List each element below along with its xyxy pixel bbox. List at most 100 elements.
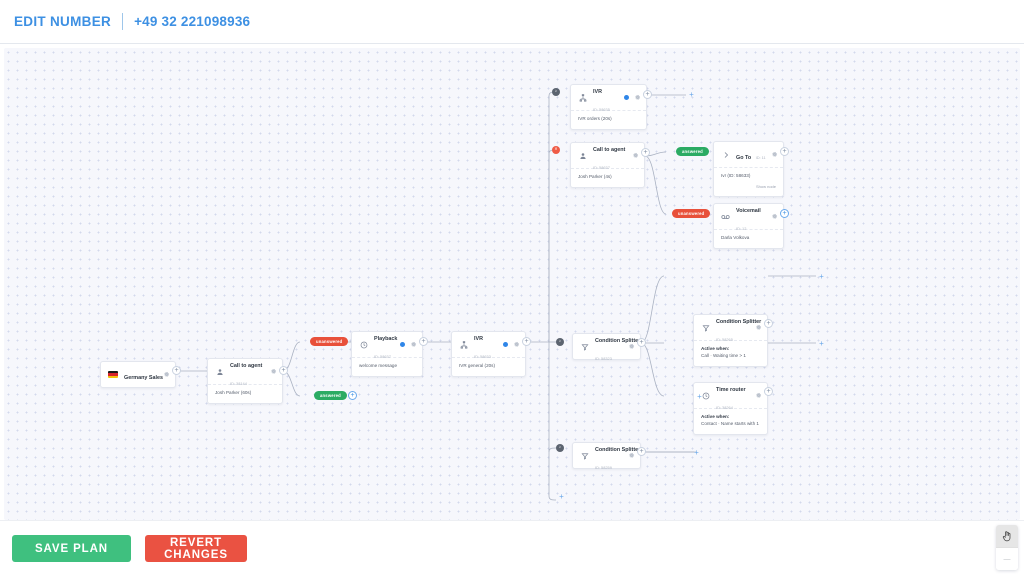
add-node-ivr-general[interactable]: + — [522, 337, 531, 346]
node-germany-sales[interactable]: Germany Sales — [100, 361, 176, 388]
badge-answered: answered — [314, 391, 347, 400]
node-title: IVR — [474, 336, 483, 343]
connector-wires — [176, 91, 816, 501]
node-ivr-orders[interactable]: IVR ID: 58635 IVR orders (20s) — [570, 84, 647, 130]
condition-value: Contact · Name starts with 1 — [701, 420, 759, 426]
node-title: Call to agent — [230, 363, 263, 370]
node-call-to-agent-start[interactable]: Call to agent ID: 38144 Josh Parker (60s… — [207, 358, 283, 404]
page-header: EDIT NUMBER +49 32 221098936 — [0, 0, 1024, 44]
node-header: Call to agent ID: 38144 — [208, 359, 282, 386]
node-condition-splitter-bottom[interactable]: Condition Splitter ID: 58259 — [572, 442, 641, 469]
node-header: Condition Splitter ID: 58259 — [573, 443, 640, 469]
gear-icon[interactable] — [270, 368, 277, 375]
badge-answered: answered — [676, 147, 709, 156]
add-node-condition-splitter-top[interactable]: + — [764, 319, 773, 328]
clock-icon — [359, 340, 368, 349]
badge-unanswered: unanswered — [672, 209, 711, 218]
header-divider — [122, 13, 124, 30]
trunk-end-add[interactable]: + — [557, 492, 566, 501]
node-header: Condition Splitter ID: 58265 — [694, 315, 767, 342]
add-node-ivr-orders[interactable]: + — [643, 90, 652, 99]
node-id: ID: 58637 — [593, 164, 610, 170]
status-dot-icon — [503, 342, 508, 347]
add-node-condition-splitter-bottom[interactable]: + — [637, 447, 646, 456]
filter-icon — [580, 342, 589, 351]
gear-icon[interactable] — [410, 341, 417, 348]
page-title: EDIT NUMBER — [14, 14, 112, 29]
condition-label: Active when: — [701, 346, 730, 351]
branch-marker[interactable]: › — [556, 338, 564, 346]
phone-number: +49 32 221098936 — [134, 14, 251, 29]
branch-marker-error[interactable]: × — [552, 146, 560, 154]
add-node-answered-branch[interactable]: + — [348, 391, 357, 400]
node-id: ID: 58265 — [716, 336, 733, 342]
revert-changes-button[interactable]: REVERT CHANGES — [145, 535, 247, 562]
node-playback[interactable]: Playback ID: 58637 welcome message — [351, 331, 423, 377]
node-title: Time router — [716, 387, 746, 394]
person-icon — [215, 367, 224, 376]
sitemap-icon — [459, 340, 468, 349]
add-node-condition-splitter-mid[interactable]: + — [637, 338, 646, 347]
hand-pointer-icon[interactable] — [996, 525, 1018, 547]
filter-icon — [580, 451, 589, 460]
save-plan-button[interactable]: SAVE PLAN — [12, 535, 131, 562]
add-node-playback[interactable]: + — [419, 337, 428, 346]
node-body: Ivr (ID: 58633) Show node — [714, 167, 783, 196]
node-call-to-agent-error[interactable]: Call to agent ID: 58637 Josh Parker (4s) — [570, 142, 645, 188]
branch-end-add-condition-top[interactable]: + — [817, 272, 826, 281]
gear-icon[interactable] — [163, 371, 170, 378]
condition-label: Active when: — [701, 414, 730, 419]
branch-end-add-lower[interactable]: + — [695, 392, 704, 401]
chevron-right-icon — [721, 150, 730, 159]
footer-actions: SAVE PLAN REVERT CHANGES — [0, 520, 1024, 576]
node-id: ID: 58633 — [474, 353, 491, 359]
node-header: Go To ID: 11 — [714, 142, 783, 167]
gear-icon[interactable] — [755, 324, 762, 331]
gear-icon[interactable] — [632, 152, 639, 159]
node-condition-splitter-mid[interactable]: Condition Splitter ID: 58323 — [572, 333, 641, 360]
go-to-target: Ivr (ID: 58633) — [721, 173, 751, 178]
node-go-to[interactable]: Go To ID: 11 Ivr (ID: 58633) Show node — [713, 141, 784, 197]
node-title: Playback — [374, 336, 398, 343]
gear-icon[interactable] — [634, 94, 641, 101]
gear-icon[interactable] — [628, 452, 635, 459]
branch-end-add-condition-bottom[interactable]: + — [692, 448, 701, 457]
add-node-germany-sales[interactable]: + — [172, 366, 181, 375]
node-id: ID: 38264 — [716, 404, 733, 410]
gear-icon[interactable] — [771, 151, 778, 158]
branch-marker[interactable]: › — [552, 88, 560, 96]
node-title: Call to agent — [593, 147, 626, 154]
add-node-go-to[interactable]: + — [780, 147, 789, 156]
node-header: IVR ID: 58633 — [452, 332, 525, 359]
node-title: Go To — [736, 154, 752, 161]
flow-canvas[interactable]: Germany Sales + Call to agent ID: 38144 — [4, 48, 1020, 520]
add-node-call-to-agent-start[interactable]: + — [279, 366, 288, 375]
voicemail-icon — [721, 212, 730, 221]
node-time-router[interactable]: Time router ID: 38264 Active when: Conta… — [693, 382, 768, 435]
node-header: Time router ID: 38264 — [694, 383, 767, 410]
node-voicemail[interactable]: Voicemail ID: 12 Darla Volkova — [713, 203, 784, 249]
branch-end-add-time-router[interactable]: + — [817, 339, 826, 348]
add-node-voicemail[interactable]: + — [780, 209, 789, 218]
branch-marker[interactable]: › — [556, 444, 564, 452]
gear-icon[interactable] — [513, 341, 520, 348]
gear-icon[interactable] — [755, 392, 762, 399]
gear-icon[interactable] — [628, 343, 635, 350]
branch-end-add-ivr-orders[interactable]: + — [687, 90, 696, 99]
node-id: ID: 58635 — [593, 106, 610, 112]
node-ivr-general[interactable]: IVR ID: 58633 IVR general (20s) — [451, 331, 526, 377]
node-condition-splitter-top[interactable]: Condition Splitter ID: 58265 Active when… — [693, 314, 768, 367]
add-node-call-to-agent-error[interactable]: + — [641, 148, 650, 157]
node-header: IVR ID: 58635 — [571, 85, 646, 112]
status-dot-icon — [624, 95, 629, 100]
status-dot-icon — [400, 342, 405, 347]
person-icon — [578, 151, 587, 160]
node-header: Call to agent ID: 58637 — [571, 143, 644, 170]
gear-icon[interactable] — [771, 213, 778, 220]
collapse-toolbox-button[interactable]: — — [996, 548, 1018, 570]
node-id: ID: 38144 — [230, 380, 247, 386]
node-header: Condition Splitter ID: 58323 — [573, 334, 640, 360]
add-node-time-router[interactable]: + — [764, 387, 773, 396]
node-header: Playback ID: 58637 — [352, 332, 422, 358]
show-node-link[interactable]: Show node — [721, 184, 776, 190]
